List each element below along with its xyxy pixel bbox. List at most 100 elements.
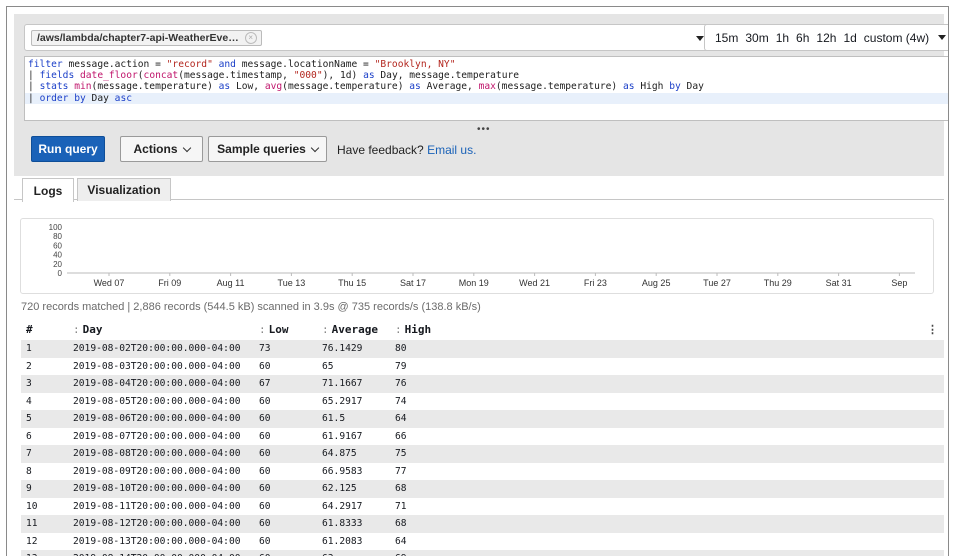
column-resize-handle[interactable]: : — [259, 323, 266, 336]
column-resize-handle[interactable]: : — [322, 323, 329, 336]
column-header-average[interactable]: : Average — [322, 323, 378, 336]
table-cell: 2 — [26, 360, 32, 372]
table-cell: 65 — [322, 360, 334, 372]
run-query-button[interactable]: Run query — [31, 136, 105, 162]
x-tick-label: Aug 25 — [642, 278, 671, 288]
log-group-caret-icon[interactable] — [696, 36, 704, 41]
query-token: Average, — [420, 81, 479, 93]
table-row[interactable]: 2 2019-08-03T20:00:00.000-04:00 60 65 79 — [21, 358, 944, 376]
table-row[interactable]: 1 2019-08-02T20:00:00.000-04:00 73 76.1429 8… — [21, 340, 944, 358]
time-option[interactable]: custom (4w) — [864, 31, 929, 45]
table-row[interactable]: 11 2019-08-12T20:00:00.000-04:00 60 61.8333… — [21, 515, 944, 533]
table-cell: 2019-08-04T20:00:00.000-04:00 — [73, 378, 241, 389]
query-token: (message.temperature) — [495, 81, 623, 93]
time-option[interactable]: 15m — [715, 31, 738, 45]
editor-resize-handle[interactable]: ••• — [477, 124, 491, 135]
x-tick-label: Thu 15 — [338, 278, 366, 288]
time-option[interactable]: 12h — [816, 31, 836, 45]
y-tick-label: 100 — [49, 223, 63, 232]
table-body: 1 2019-08-02T20:00:00.000-04:00 73 76.1429 8… — [21, 340, 944, 556]
tab-logs[interactable]: Logs — [22, 178, 74, 202]
table-cell: 60 — [259, 500, 271, 512]
table-options-icon[interactable]: ⋮ — [927, 323, 938, 336]
log-group-chip: /aws/lambda/chapter7-api-WeatherEve… × — [31, 30, 262, 46]
table-cell: 2019-08-05T20:00:00.000-04:00 — [73, 395, 241, 407]
table-row[interactable]: 12 2019-08-13T20:00:00.000-04:00 60 61.2083… — [21, 533, 944, 551]
table-cell: 2019-08-10T20:00:00.000-04:00 — [73, 483, 241, 494]
time-option[interactable]: 6h — [796, 31, 809, 45]
table-cell: 64 — [395, 413, 407, 424]
column-header-label: Day — [82, 323, 103, 336]
x-tick-label: Mon 19 — [459, 278, 489, 288]
column-header-day[interactable]: : Day — [73, 323, 103, 336]
table-cell: 60 — [259, 413, 271, 424]
table-cell: 61.8333 — [322, 518, 363, 529]
query-token: "000" — [293, 70, 323, 82]
query-line: filter message.action = "record" and mes… — [25, 59, 948, 70]
table-cell: 12 — [26, 535, 38, 547]
remove-log-group-icon[interactable]: × — [244, 32, 257, 44]
table-cell: 11 — [26, 518, 38, 529]
time-option[interactable]: 1d — [843, 31, 856, 45]
column-resize-handle[interactable]: : — [73, 323, 80, 336]
x-tick-label: Tue 27 — [703, 278, 731, 288]
table-row[interactable]: 5 2019-08-06T20:00:00.000-04:00 60 61.5 64 — [21, 410, 944, 428]
x-tick-label: Sat 17 — [400, 278, 426, 288]
table-row[interactable]: 10 2019-08-11T20:00:00.000-04:00 60 64.2917… — [21, 498, 944, 516]
column-header-label: Average — [331, 323, 378, 336]
table-cell: 69 — [395, 550, 407, 556]
query-token: | — [28, 70, 40, 82]
x-tick-label: Thu 29 — [764, 278, 792, 288]
log-group-selector[interactable]: /aws/lambda/chapter7-api-WeatherEve… × — [24, 24, 712, 51]
log-histogram: 100 80 60 40 20 0 Wed 07 Fri 09 Aug 11 Tue 13 Thu … — [20, 218, 934, 294]
table-row[interactable]: 6 2019-08-07T20:00:00.000-04:00 60 61.9167 6… — [21, 428, 944, 446]
column-header-high[interactable]: : High — [395, 323, 431, 336]
x-tick-label: Tue 13 — [278, 278, 306, 288]
query-token: (message.temperature) — [282, 81, 410, 93]
email-us-link[interactable]: Email us. — [427, 143, 476, 157]
query-token: min — [74, 81, 92, 93]
query-editor[interactable]: filter message.action = "record" and mes… — [24, 56, 948, 121]
time-option[interactable]: 1h — [776, 31, 789, 45]
query-line: | fields date_floor(concat(message.times… — [25, 70, 948, 82]
table-cell: 6 — [26, 430, 32, 442]
table-cell: 61.9167 — [322, 430, 363, 442]
x-tick-label: Wed 07 — [94, 278, 125, 288]
table-cell: 60 — [259, 395, 271, 407]
query-token: by — [669, 81, 681, 93]
table-cell: 60 — [259, 550, 271, 556]
log-group-name: /aws/lambda/chapter7-api-WeatherEve… — [37, 32, 239, 44]
query-token: stats — [39, 81, 75, 93]
time-range-caret-icon[interactable] — [938, 35, 947, 40]
table-cell: 68 — [395, 483, 407, 494]
table-cell: 9 — [26, 483, 32, 494]
table-row[interactable]: 3 2019-08-04T20:00:00.000-04:00 67 71.1667 7… — [21, 375, 944, 393]
query-token: Day — [85, 92, 115, 104]
tab-visualization[interactable]: Visualization — [77, 178, 171, 201]
column-resize-handle[interactable]: : — [395, 323, 402, 336]
table-row[interactable]: 8 2019-08-09T20:00:00.000-04:00 60 66.9583 7… — [21, 463, 944, 481]
x-tick-label: Wed 21 — [519, 278, 550, 288]
x-tick-label: Fri 09 — [158, 278, 181, 288]
sample-queries-button[interactable]: Sample queries — [208, 136, 327, 162]
table-cell: 68 — [395, 518, 407, 529]
column-header-low[interactable]: : Low — [259, 323, 289, 336]
table-cell: 2019-08-02T20:00:00.000-04:00 — [73, 343, 241, 354]
query-section: /aws/lambda/chapter7-api-WeatherEve… × 1… — [14, 14, 948, 176]
table-cell: 61.5 — [322, 413, 346, 424]
table-row[interactable]: 9 2019-08-10T20:00:00.000-04:00 60 62.125 68 — [21, 480, 944, 498]
actions-button[interactable]: Actions — [120, 136, 203, 162]
query-token: fields — [39, 70, 80, 82]
x-tick-label: Sat 31 — [826, 278, 852, 288]
table-cell: 62.125 — [322, 483, 357, 494]
table-cell: 60 — [259, 483, 271, 494]
table-cell: 74 — [395, 395, 407, 407]
table-row[interactable]: 4 2019-08-05T20:00:00.000-04:00 60 65.2917 7… — [21, 393, 944, 411]
query-token: "record" — [166, 59, 213, 70]
query-token: | — [28, 92, 40, 104]
table-row[interactable]: 7 2019-08-08T20:00:00.000-04:00 60 64.875 75 — [21, 445, 944, 463]
table-cell: 60 — [259, 430, 271, 442]
time-option[interactable]: 30m — [745, 31, 768, 45]
column-header-label: # — [26, 323, 33, 336]
table-row[interactable]: 13 2019-08-14T20:00:00.000-04:00 60 63 69 — [21, 550, 944, 556]
